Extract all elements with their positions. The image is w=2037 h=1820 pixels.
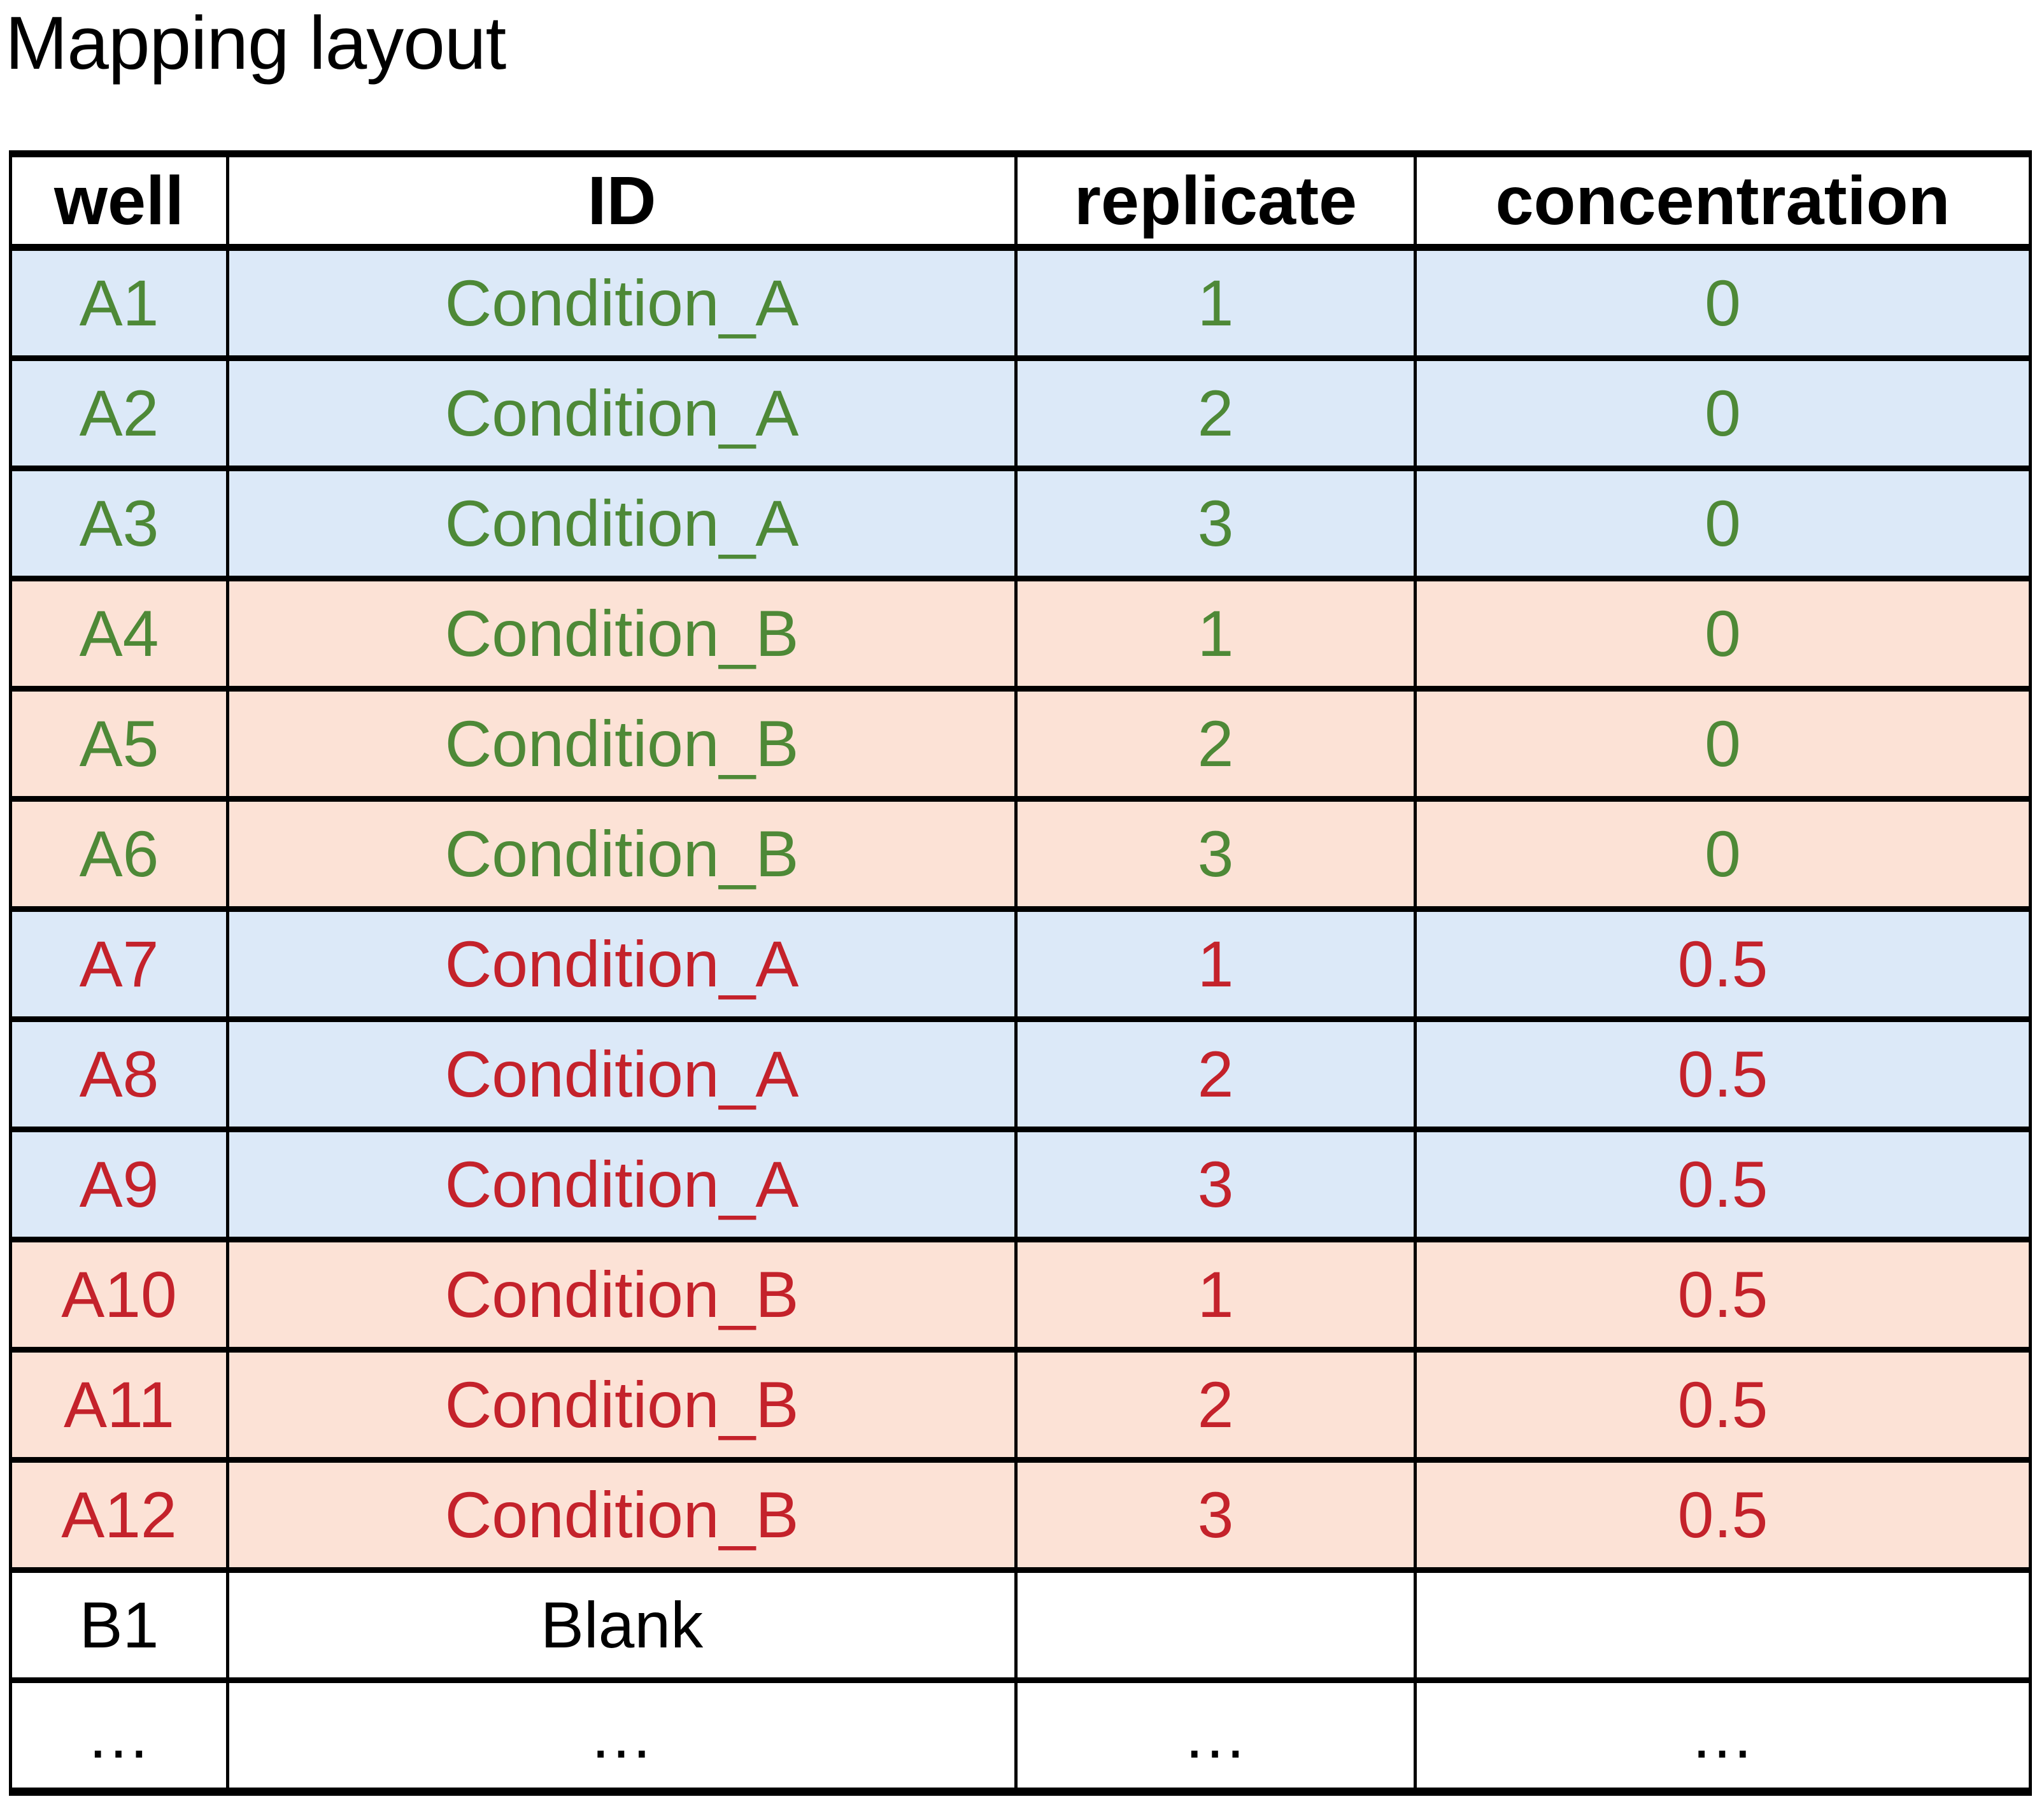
cell-well: A7 [9, 909, 229, 1022]
cell-replicate [1014, 1570, 1417, 1683]
cell-replicate: 1 [1014, 247, 1417, 361]
table-row: A12 Condition_B 3 0.5 [9, 1460, 2032, 1573]
cell-replicate: 1 [1014, 909, 1417, 1022]
column-header-replicate: replicate [1014, 150, 1417, 251]
cell-id: Condition_A [226, 468, 1018, 581]
table-row: B1 Blank [9, 1570, 2032, 1683]
cell-concentration: 0.5 [1414, 1239, 2032, 1353]
cell-well: B1 [9, 1570, 229, 1683]
table-row: A8 Condition_A 2 0.5 [9, 1019, 2032, 1132]
table-row: A4 Condition_B 1 0 [9, 578, 2032, 692]
cell-replicate: 2 [1014, 1019, 1417, 1132]
cell-id: Condition_A [226, 1019, 1018, 1132]
cell-replicate: 1 [1014, 1239, 1417, 1353]
table-header-row: well ID replicate concentration [9, 150, 2032, 251]
cell-replicate: 3 [1014, 468, 1417, 581]
cell-id: Condition_B [226, 799, 1018, 912]
cell-well: A9 [9, 1129, 229, 1242]
cell-well: A4 [9, 578, 229, 692]
cell-concentration: 0.5 [1414, 909, 2032, 1022]
cell-well: A8 [9, 1019, 229, 1132]
table-header: well ID replicate concentration [9, 150, 2032, 251]
table-row: A6 Condition_B 3 0 [9, 799, 2032, 912]
cell-concentration: 0.5 [1414, 1349, 2032, 1463]
column-header-id: ID [226, 150, 1018, 251]
cell-id: Condition_B [226, 1460, 1018, 1573]
cell-well: A12 [9, 1460, 229, 1573]
cell-id: Condition_B [226, 578, 1018, 692]
cell-well: A6 [9, 799, 229, 912]
cell-id: … [226, 1680, 1018, 1796]
cell-id: Condition_B [226, 688, 1018, 802]
mapping-layout-page: Mapping layout well ID replicate concent… [0, 0, 2037, 1820]
cell-id: Condition_B [226, 1239, 1018, 1353]
cell-id: Blank [226, 1570, 1018, 1683]
cell-replicate: 1 [1014, 578, 1417, 692]
page-title: Mapping layout [5, 1, 506, 85]
cell-concentration [1414, 1570, 2032, 1683]
mapping-table: well ID replicate concentration A1 Condit… [9, 150, 2032, 1796]
cell-concentration: 0 [1414, 247, 2032, 361]
table-row: A7 Condition_A 1 0.5 [9, 909, 2032, 1022]
cell-concentration: 0 [1414, 578, 2032, 692]
cell-replicate: 2 [1014, 358, 1417, 471]
cell-replicate: … [1014, 1680, 1417, 1796]
table-row: A3 Condition_A 3 0 [9, 468, 2032, 581]
cell-concentration: 0.5 [1414, 1019, 2032, 1132]
cell-concentration: 0.5 [1414, 1129, 2032, 1242]
mapping-table-container: well ID replicate concentration A1 Condit… [9, 150, 2032, 1796]
cell-well: A2 [9, 358, 229, 471]
cell-replicate: 3 [1014, 1460, 1417, 1573]
column-header-well: well [9, 150, 229, 251]
cell-well: A5 [9, 688, 229, 802]
cell-well: A11 [9, 1349, 229, 1463]
table-row: A11 Condition_B 2 0.5 [9, 1349, 2032, 1463]
table-row: A2 Condition_A 2 0 [9, 358, 2032, 471]
table-row: A5 Condition_B 2 0 [9, 688, 2032, 802]
cell-replicate: 3 [1014, 1129, 1417, 1242]
table-row: A9 Condition_A 3 0.5 [9, 1129, 2032, 1242]
cell-concentration: 0 [1414, 799, 2032, 912]
cell-id: Condition_B [226, 1349, 1018, 1463]
cell-concentration: 0 [1414, 468, 2032, 581]
cell-concentration: … [1414, 1680, 2032, 1796]
cell-replicate: 3 [1014, 799, 1417, 912]
cell-replicate: 2 [1014, 1349, 1417, 1463]
cell-id: Condition_A [226, 247, 1018, 361]
cell-well: A1 [9, 247, 229, 361]
table-row: A1 Condition_A 1 0 [9, 247, 2032, 361]
table-row: ………… [9, 1680, 2032, 1796]
cell-well: A3 [9, 468, 229, 581]
cell-well: … [9, 1680, 229, 1796]
table-row: A10 Condition_B 1 0.5 [9, 1239, 2032, 1353]
cell-concentration: 0 [1414, 688, 2032, 802]
cell-id: Condition_A [226, 1129, 1018, 1242]
cell-well: A10 [9, 1239, 229, 1353]
table-body: A1 Condition_A 1 0 A2 Condition_A 2 0 A3 Conditio… [9, 247, 2032, 1796]
column-header-concentration: concentration [1414, 150, 2032, 251]
cell-concentration: 0.5 [1414, 1460, 2032, 1573]
cell-id: Condition_A [226, 358, 1018, 471]
cell-concentration: 0 [1414, 358, 2032, 471]
cell-id: Condition_A [226, 909, 1018, 1022]
cell-replicate: 2 [1014, 688, 1417, 802]
